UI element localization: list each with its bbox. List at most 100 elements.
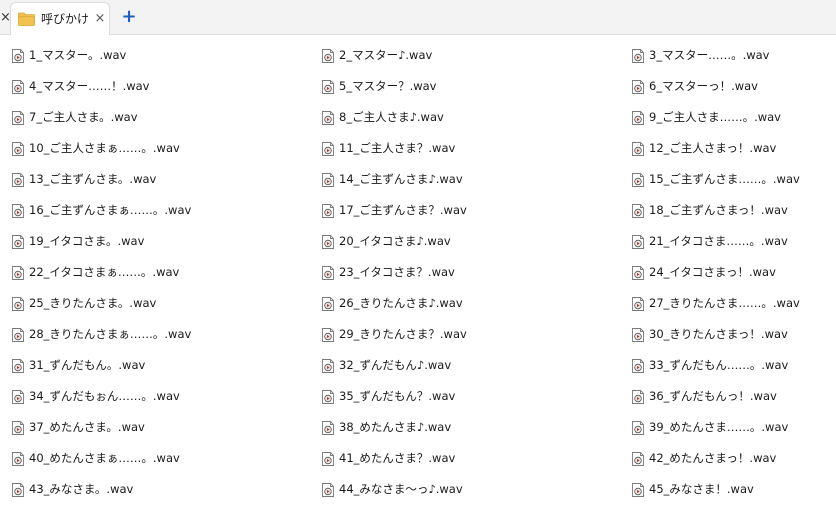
wav-audio-file-icon bbox=[632, 172, 644, 187]
file-item[interactable]: 18_ご主ずんさまっ！.wav bbox=[620, 194, 836, 225]
file-item[interactable]: 15_ご主ずんさま……。.wav bbox=[620, 163, 836, 194]
file-item[interactable]: 13_ご主ずんさま。.wav bbox=[0, 163, 310, 194]
wav-audio-file-icon bbox=[632, 482, 644, 497]
file-name: 15_ご主ずんさま……。.wav bbox=[649, 171, 800, 186]
file-item[interactable]: 37_めたんさま。.wav bbox=[0, 411, 310, 442]
wav-audio-file-icon bbox=[12, 141, 24, 156]
file-name: 4_マスター……！.wav bbox=[29, 78, 150, 93]
file-item[interactable]: 7_ご主人さま。.wav bbox=[0, 101, 310, 132]
wav-audio-file-icon bbox=[632, 203, 644, 218]
wav-audio-file-icon bbox=[12, 358, 24, 373]
file-name: 17_ご主ずんさま？.wav bbox=[339, 202, 467, 217]
file-name: 35_ずんだもん？.wav bbox=[339, 388, 456, 403]
tab-close-icon[interactable]: × bbox=[93, 10, 107, 28]
file-item[interactable]: 34_ずんだもぉん……。.wav bbox=[0, 380, 310, 411]
file-item[interactable]: 17_ご主ずんさま？.wav bbox=[310, 194, 620, 225]
wav-audio-file-icon bbox=[322, 420, 334, 435]
file-item[interactable]: 4_マスター……！.wav bbox=[0, 70, 310, 101]
file-name: 11_ご主人さま？.wav bbox=[339, 140, 456, 155]
wav-audio-file-icon bbox=[12, 420, 24, 435]
file-item[interactable]: 20_イタコさま♪.wav bbox=[310, 225, 620, 256]
file-name: 5_マスター？.wav bbox=[339, 78, 437, 93]
file-name: 24_イタコさまっ！.wav bbox=[649, 264, 776, 279]
wav-audio-file-icon bbox=[322, 296, 334, 311]
file-item[interactable]: 26_きりたんさま♪.wav bbox=[310, 287, 620, 318]
file-item[interactable]: 45_みなさま！.wav bbox=[620, 473, 836, 504]
file-item[interactable]: 9_ご主人さま……。.wav bbox=[620, 101, 836, 132]
file-name: 34_ずんだもぉん……。.wav bbox=[29, 388, 180, 403]
file-item[interactable]: 12_ご主人さまっ！.wav bbox=[620, 132, 836, 163]
file-item[interactable]: 36_ずんだもんっ！.wav bbox=[620, 380, 836, 411]
file-item[interactable]: 27_きりたんさま……。.wav bbox=[620, 287, 836, 318]
file-name: 41_めたんさま？.wav bbox=[339, 450, 456, 465]
file-item[interactable]: 39_めたんさま……。.wav bbox=[620, 411, 836, 442]
tab-bar: × 呼びかけ × + bbox=[0, 0, 836, 35]
wav-audio-file-icon bbox=[322, 141, 334, 156]
file-item[interactable]: 1_マスター。.wav bbox=[0, 39, 310, 70]
file-name: 23_イタコさま？.wav bbox=[339, 264, 455, 279]
file-name: 22_イタコさまぁ……。.wav bbox=[29, 264, 180, 279]
file-item[interactable]: 6_マスターっ！.wav bbox=[620, 70, 836, 101]
file-item[interactable]: 14_ご主ずんさま♪.wav bbox=[310, 163, 620, 194]
file-item[interactable]: 19_イタコさま。.wav bbox=[0, 225, 310, 256]
file-item[interactable]: 40_めたんさまぁ……。.wav bbox=[0, 442, 310, 473]
folder-icon bbox=[18, 12, 35, 26]
file-name: 3_マスター……。.wav bbox=[649, 47, 770, 62]
file-item[interactable]: 5_マスター？.wav bbox=[310, 70, 620, 101]
file-item[interactable]: 3_マスター……。.wav bbox=[620, 39, 836, 70]
file-name: 2_マスター♪.wav bbox=[339, 47, 433, 62]
file-name: 12_ご主人さまっ！.wav bbox=[649, 140, 777, 155]
new-tab-button[interactable]: + bbox=[120, 8, 138, 26]
wav-audio-file-icon bbox=[12, 482, 24, 497]
wav-audio-file-icon bbox=[322, 203, 334, 218]
file-item[interactable]: 28_きりたんさまぁ……。.wav bbox=[0, 318, 310, 349]
file-item[interactable]: 16_ご主ずんさまぁ……。.wav bbox=[0, 194, 310, 225]
wav-audio-file-icon bbox=[12, 203, 24, 218]
tab-active-folder[interactable]: 呼びかけ × bbox=[10, 2, 110, 35]
file-name: 44_みなさま〜っ♪.wav bbox=[339, 481, 463, 496]
file-item[interactable]: 2_マスター♪.wav bbox=[310, 39, 620, 70]
wav-audio-file-icon bbox=[12, 48, 24, 63]
file-item[interactable]: 44_みなさま〜っ♪.wav bbox=[310, 473, 620, 504]
file-item[interactable]: 22_イタコさまぁ……。.wav bbox=[0, 256, 310, 287]
file-item[interactable]: 24_イタコさまっ！.wav bbox=[620, 256, 836, 287]
file-item[interactable]: 33_ずんだもん……。.wav bbox=[620, 349, 836, 380]
wav-audio-file-icon bbox=[632, 234, 644, 249]
file-item[interactable]: 43_みなさま。.wav bbox=[0, 473, 310, 504]
file-item[interactable]: 30_きりたんさまっ！.wav bbox=[620, 318, 836, 349]
wav-audio-file-icon bbox=[632, 141, 644, 156]
file-item[interactable]: 10_ご主人さまぁ……。.wav bbox=[0, 132, 310, 163]
wav-audio-file-icon bbox=[12, 79, 24, 94]
wav-audio-file-icon bbox=[322, 389, 334, 404]
wav-audio-file-icon bbox=[12, 172, 24, 187]
wav-audio-file-icon bbox=[632, 265, 644, 280]
wav-audio-file-icon bbox=[322, 265, 334, 280]
file-name: 27_きりたんさま……。.wav bbox=[649, 295, 800, 310]
file-item[interactable]: 32_ずんだもん♪.wav bbox=[310, 349, 620, 380]
tab-title: 呼びかけ bbox=[41, 12, 90, 26]
file-item[interactable]: 21_イタコさま……。.wav bbox=[620, 225, 836, 256]
file-item[interactable]: 35_ずんだもん？.wav bbox=[310, 380, 620, 411]
wav-audio-file-icon bbox=[12, 389, 24, 404]
file-name: 18_ご主ずんさまっ！.wav bbox=[649, 202, 788, 217]
file-item[interactable]: 41_めたんさま？.wav bbox=[310, 442, 620, 473]
file-item[interactable]: 11_ご主人さま？.wav bbox=[310, 132, 620, 163]
wav-audio-file-icon bbox=[632, 451, 644, 466]
wav-audio-file-icon bbox=[632, 296, 644, 311]
file-item[interactable]: 29_きりたんさま？.wav bbox=[310, 318, 620, 349]
file-name: 14_ご主ずんさま♪.wav bbox=[339, 171, 463, 186]
file-item[interactable]: 42_めたんさまっ！.wav bbox=[620, 442, 836, 473]
file-name: 38_めたんさま♪.wav bbox=[339, 419, 452, 434]
file-item[interactable]: 38_めたんさま♪.wav bbox=[310, 411, 620, 442]
file-name: 43_みなさま。.wav bbox=[29, 481, 134, 496]
wav-audio-file-icon bbox=[12, 110, 24, 125]
file-item[interactable]: 8_ご主人さま♪.wav bbox=[310, 101, 620, 132]
file-item[interactable]: 31_ずんだもん。.wav bbox=[0, 349, 310, 380]
file-item[interactable]: 25_きりたんさま。.wav bbox=[0, 287, 310, 318]
file-name: 13_ご主ずんさま。.wav bbox=[29, 171, 157, 186]
wav-audio-file-icon bbox=[632, 389, 644, 404]
wav-audio-file-icon bbox=[322, 451, 334, 466]
file-name: 16_ご主ずんさまぁ……。.wav bbox=[29, 202, 192, 217]
file-item[interactable]: 23_イタコさま？.wav bbox=[310, 256, 620, 287]
file-name: 40_めたんさまぁ……。.wav bbox=[29, 450, 180, 465]
